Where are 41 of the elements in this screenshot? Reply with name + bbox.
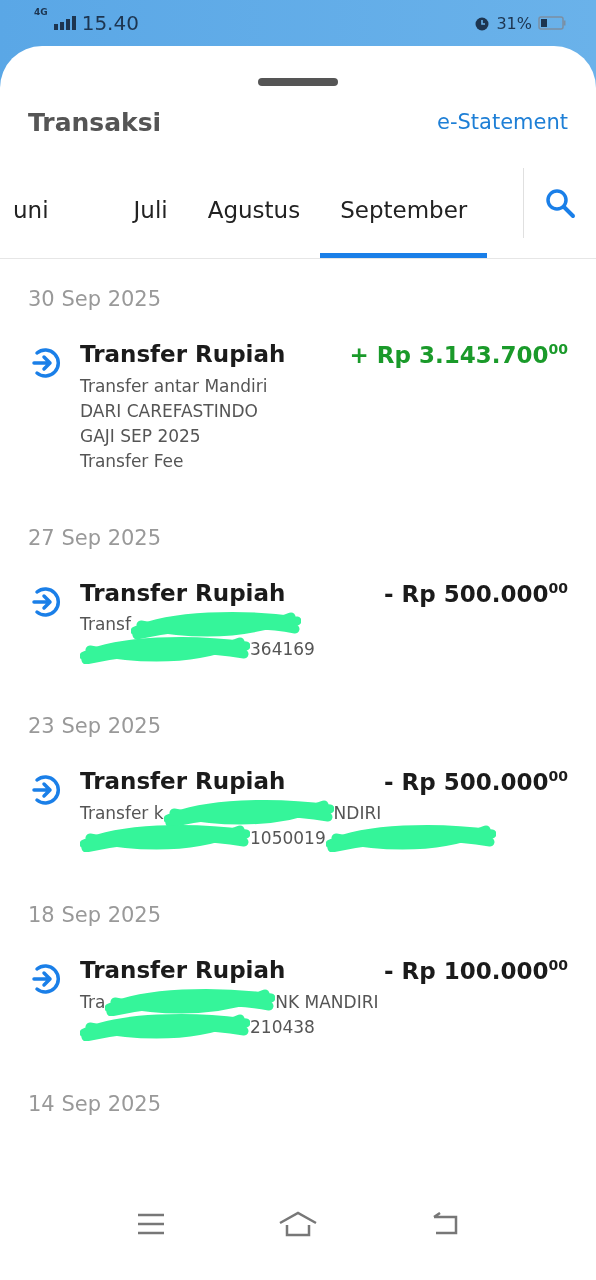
transaction-amount: - Rp 100.000$^{00}$ (384, 956, 568, 984)
detail-text: Tra (80, 990, 106, 1014)
detail-text: 364169 (250, 638, 315, 662)
detail-text: DARI CAREFASTINDO (80, 399, 258, 423)
detail-text: 210438 (250, 1015, 315, 1039)
menu-icon[interactable] (136, 1212, 166, 1236)
detail-text: 1050019 (250, 826, 326, 850)
date-header: 14 Sep 2025 (28, 1091, 163, 1116)
date-header: 27 Sep 2025 (28, 525, 163, 550)
network-type: 4G (34, 7, 48, 17)
detail-text: NK MANDIRI (275, 990, 379, 1014)
date-header: 18 Sep 2025 (28, 902, 163, 927)
detail-text: Transf (80, 613, 131, 637)
month-tab[interactable]: September (320, 166, 488, 258)
transaction-title: Transfer Rupiah (80, 768, 286, 795)
transaction-title: Transfer Rupiah (80, 579, 286, 606)
signal-icon (53, 16, 76, 30)
detail-text: NDIRI (333, 801, 382, 825)
month-tab[interactable]: uni (0, 166, 69, 258)
drag-handle[interactable] (258, 78, 338, 86)
battery-percent: 31% (496, 13, 532, 33)
detail-text: GAJI SEP 2025 (80, 424, 201, 448)
page-title: Transaksi (28, 107, 162, 137)
date-header: 23 Sep 2025 (28, 714, 163, 739)
transaction-amount: + Rp 3.143.700$^{00}$ (349, 341, 568, 368)
transaction-amount: - Rp 500.000$^{00}$ (384, 768, 568, 795)
e-statement-link[interactable]: e-Statement (437, 110, 568, 134)
battery-icon (538, 16, 566, 30)
detail-text: Transfer k (80, 801, 164, 825)
transaction-amount: - Rp 500.000$^{00}$ (384, 579, 568, 607)
transaction-title: Transfer Rupiah (80, 341, 286, 367)
clock-time: 15.40 (81, 11, 139, 35)
home-icon[interactable] (278, 1211, 318, 1237)
date-header: 30 Sep 2025 (28, 287, 163, 311)
detail-text: Transfer Fee (80, 449, 184, 473)
transaction-title: Transfer Rupiah (80, 956, 286, 983)
alarm-icon (474, 15, 491, 31)
detail-text: Transfer antar Mandiri (80, 374, 268, 398)
month-tab[interactable]: Agustus (187, 166, 321, 258)
search-icon[interactable] (544, 187, 576, 219)
month-tab[interactable]: Juli (113, 166, 188, 258)
